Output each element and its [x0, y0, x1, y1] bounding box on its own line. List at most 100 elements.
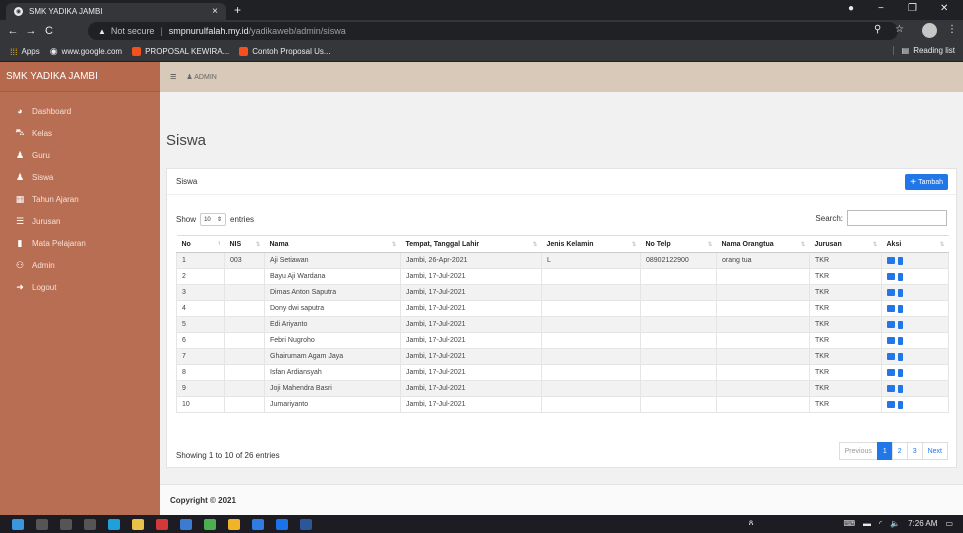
account-icon[interactable]: ● — [848, 3, 854, 14]
col-nama[interactable]: Nama ⇅ — [264, 235, 401, 253]
office-icon[interactable] — [156, 518, 168, 530]
calendar-icon: ▦ — [15, 193, 25, 204]
table-info: Showing 1 to 10 of 26 entries — [176, 451, 280, 460]
delete-icon[interactable] — [898, 320, 903, 329]
close-window-icon[interactable]: ✕ — [940, 3, 948, 14]
delete-icon[interactable] — [898, 400, 903, 409]
delete-icon[interactable] — [898, 272, 903, 281]
back-icon[interactable]: ← — [4, 25, 22, 37]
sidebar-item-logout[interactable]: ➜ Logout — [0, 276, 160, 298]
edit-icon[interactable] — [887, 385, 895, 392]
search-icon[interactable] — [36, 518, 48, 530]
col-jurusan[interactable]: Jurusan ⇅ — [809, 235, 882, 253]
notification-icon[interactable]: ▭ — [945, 519, 953, 528]
delete-icon[interactable] — [898, 304, 903, 313]
forward-icon[interactable]: → — [22, 25, 40, 37]
col-no[interactable]: No ↑ — [176, 235, 225, 253]
file-explorer-icon[interactable] — [132, 518, 144, 530]
edge-icon[interactable] — [108, 518, 120, 530]
edit-icon[interactable] — [887, 321, 895, 328]
delete-icon[interactable] — [898, 256, 903, 265]
table-cell — [224, 300, 265, 317]
pagination-previous[interactable]: Previous — [838, 442, 878, 460]
pagination-page-1[interactable]: 1 — [876, 442, 893, 460]
sidebar-item-jurusan[interactable]: ☰ Jurusan — [0, 210, 160, 232]
hamburger-icon[interactable]: ≡ — [170, 71, 176, 83]
people-icon[interactable]: ጸ — [749, 518, 754, 528]
col-nis[interactable]: NIS ⇅ — [224, 235, 265, 253]
reload-icon[interactable]: C — [40, 25, 58, 37]
menu-kebab-icon[interactable]: ⋮ — [947, 24, 957, 35]
sidebar-item-label: Admin — [32, 260, 55, 270]
plus-icon: + — [910, 176, 917, 188]
sidebar-item-tahun-ajaran[interactable]: ▦ Tahun Ajaran — [0, 188, 160, 210]
delete-icon[interactable] — [898, 288, 903, 297]
store-icon[interactable] — [252, 518, 264, 530]
sidebar-item-admin[interactable]: ⚇ Admin — [0, 254, 160, 276]
keyboard-icon[interactable]: ⌨ — [843, 519, 855, 528]
sort-asc-icon: ↑ — [217, 240, 221, 247]
edit-icon[interactable] — [887, 401, 895, 408]
mail-icon[interactable] — [180, 518, 192, 530]
search-label: Search: — [815, 213, 843, 223]
bookmark-google[interactable]: ◉ www.google.com — [50, 46, 122, 57]
sidebar-item-kelas[interactable]: ⛍ Kelas — [0, 122, 160, 144]
blogger-icon — [239, 47, 249, 56]
col-no-telp[interactable]: No Telp ⇅ — [640, 235, 717, 253]
pagination-next[interactable]: Next — [921, 442, 948, 460]
maximize-icon[interactable]: ❐ — [908, 3, 917, 14]
actions-cell — [881, 380, 949, 397]
close-tab-icon[interactable]: × — [212, 6, 218, 17]
pagination-page-2[interactable]: 2 — [891, 442, 908, 460]
browser-tab[interactable]: ◉ SMK YADIKA JAMBI × — [6, 3, 226, 20]
battery-icon[interactable]: ▬ — [863, 519, 871, 528]
col-ttl[interactable]: Tempat, Tanggal Lahir ⇅ — [400, 235, 542, 253]
profile-avatar[interactable] — [922, 23, 937, 38]
edit-icon[interactable] — [887, 257, 895, 264]
cortana-icon[interactable] — [60, 518, 72, 530]
word-icon[interactable] — [300, 518, 312, 530]
delete-icon[interactable] — [898, 336, 903, 345]
sidebar-item-guru[interactable]: ♟ Guru — [0, 144, 160, 166]
edit-icon[interactable] — [887, 337, 895, 344]
wifi-icon[interactable]: ◜ — [879, 519, 882, 528]
list-icon: ☰ — [15, 215, 25, 226]
zoom-icon[interactable]: ⚲ — [874, 24, 881, 35]
edit-icon[interactable] — [887, 273, 895, 280]
sidebar-item-mata-pelajaran[interactable]: ▮ Mata Pelajaran — [0, 232, 160, 254]
col-aksi[interactable]: Aksi ⇅ — [881, 235, 949, 253]
bookmark-proposal[interactable]: PROPOSAL KEWIRA... — [132, 47, 229, 56]
sidebar-item-siswa[interactable]: ♟ Siswa — [0, 166, 160, 188]
star-icon[interactable]: ☆ — [895, 24, 904, 35]
col-nama-orangtua[interactable]: Nama Orangtua ⇅ — [716, 235, 810, 253]
delete-icon[interactable] — [898, 384, 903, 393]
user-menu[interactable]: ♟ ADMIN — [186, 73, 216, 81]
search-input[interactable] — [847, 210, 947, 226]
edit-icon[interactable] — [887, 369, 895, 376]
delete-icon[interactable] — [898, 352, 903, 361]
pagination-page-3[interactable]: 3 — [906, 442, 923, 460]
task-view-icon[interactable] — [84, 518, 96, 530]
bookmark-apps[interactable]: ⁞⁞⁞ Apps — [10, 47, 40, 57]
app-icon[interactable] — [204, 518, 216, 530]
brand-title[interactable]: SMK YADIKA JAMBI — [0, 62, 160, 92]
entries-select[interactable]: 10 ⇕ — [200, 213, 227, 226]
sidebar-item-dashboard[interactable]: ◕ Dashboard — [0, 100, 160, 122]
edit-icon[interactable] — [887, 305, 895, 312]
volume-icon[interactable]: 🔈 — [890, 519, 900, 528]
url-input[interactable]: ▲ Not secure | smpnurulfalah.my.id /yadi… — [88, 22, 898, 40]
edit-icon[interactable] — [887, 289, 895, 296]
add-button[interactable]: + Tambah — [905, 174, 948, 190]
chrome-icon[interactable] — [228, 518, 240, 530]
bookmark-contoh[interactable]: Contoh Proposal Us... — [239, 47, 331, 56]
new-tab-button[interactable]: + — [234, 3, 241, 17]
clock[interactable]: 7:26 AM — [908, 519, 937, 528]
minimize-icon[interactable]: − — [878, 3, 884, 14]
edit-icon[interactable] — [887, 353, 895, 360]
windows-start-icon[interactable] — [12, 518, 24, 530]
reading-list-button[interactable]: ▤ Reading list — [892, 46, 955, 55]
table-cell — [541, 316, 641, 333]
delete-icon[interactable] — [898, 368, 903, 377]
app-icon[interactable] — [276, 518, 288, 530]
col-jenis-kelamin[interactable]: Jenis Kelamin ⇅ — [541, 235, 641, 253]
